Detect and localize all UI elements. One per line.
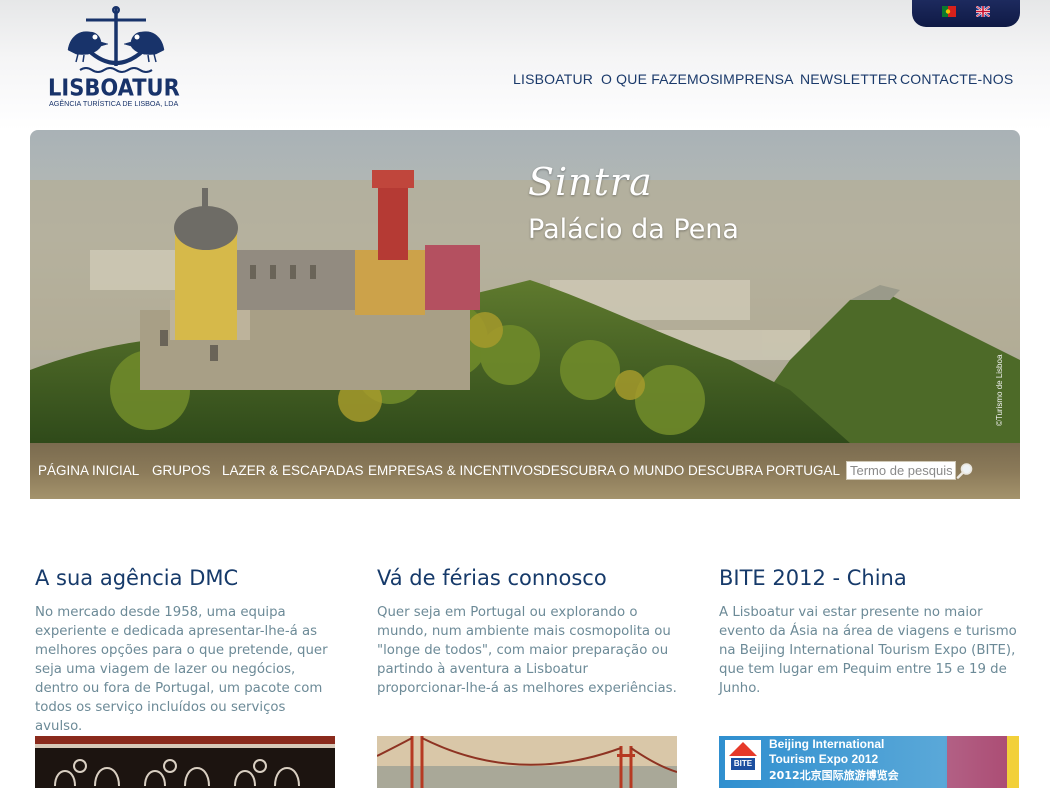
bridge-image [377,736,677,788]
nav-empresas-incentivos[interactable]: EMPRESAS & INCENTIVOS [368,463,542,478]
top-nav-imprensa[interactable]: IMPRENSA [719,71,794,87]
hero-banner: Sintra Palácio da Pena ©Turismo de Lisbo… [30,130,1020,443]
logo-tagline: AGÊNCIA TURÍSTICA DE LISBOA, LDA [49,99,179,108]
column-text: A Lisboatur vai estar presente no maior … [719,605,1017,696]
pt-flag-icon[interactable] [942,6,956,17]
bite-logo-text: BITE [733,759,753,768]
hero-subtitle: Palácio da Pena [528,214,739,245]
photo-credit: ©Turismo de Lisboa [995,354,1004,426]
search-input[interactable] [846,461,956,480]
top-navigation: LISBOATUR O QUE FAZEMOS IMPRENSA NEWSLET… [0,71,1050,91]
nav-descubra-portugal[interactable]: DESCUBRA PORTUGAL [688,463,840,478]
uk-flag-icon[interactable] [976,6,990,17]
top-nav-newsletter[interactable]: NEWSLETTER [800,71,898,87]
top-nav-lisboatur[interactable]: LISBOATUR [513,71,593,87]
column-image-balcony[interactable] [35,736,335,788]
column-title: A sua agência DMC [35,566,239,590]
top-nav-o-que-fazemos[interactable]: O QUE FAZEMOS [601,71,720,87]
bite-banner-line1: Beijing International [769,737,885,751]
column-dmc: A sua agência DMC No mercado desde 1958,… [35,566,335,736]
hero-title: Sintra [528,160,653,204]
column-image-bite-banner[interactable]: BITE Beijing International Tourism Expo … [719,736,1019,788]
column-text: No mercado desde 1958, uma equipa experi… [35,605,328,734]
nav-lazer-escapadas[interactable]: LAZER & ESCAPADAS [222,463,364,478]
main-navigation: PÁGINA INICIAL GRUPOS LAZER & ESCAPADAS … [30,443,1020,499]
top-nav-contacte-nos[interactable]: CONTACTE-NOS [900,71,1013,87]
nav-descubra-o-mundo[interactable]: DESCUBRA O MUNDO [541,463,684,478]
hero-image-pena-palace [30,130,1020,443]
column-image-bridge[interactable] [377,736,677,788]
nav-grupos[interactable]: GRUPOS [152,463,211,478]
column-ferias: Vá de férias connosco Quer seja em Portu… [377,566,677,698]
magnifier-icon[interactable] [956,462,974,480]
column-title: Vá de férias connosco [377,566,607,590]
iron-balcony-image [35,736,335,788]
bite-banner-line3: 2012北京国际旅游博览会 [769,769,899,782]
bite-banner-line2: Tourism Expo 2012 [769,752,879,766]
column-title: BITE 2012 - China [719,566,907,590]
column-text: Quer seja em Portugal ou explorando o mu… [377,605,677,696]
column-bite: BITE 2012 - China A Lisboatur vai estar … [719,566,1019,698]
nav-pagina-inicial[interactable]: PÁGINA INICIAL [38,463,139,478]
language-switcher [912,0,1020,27]
